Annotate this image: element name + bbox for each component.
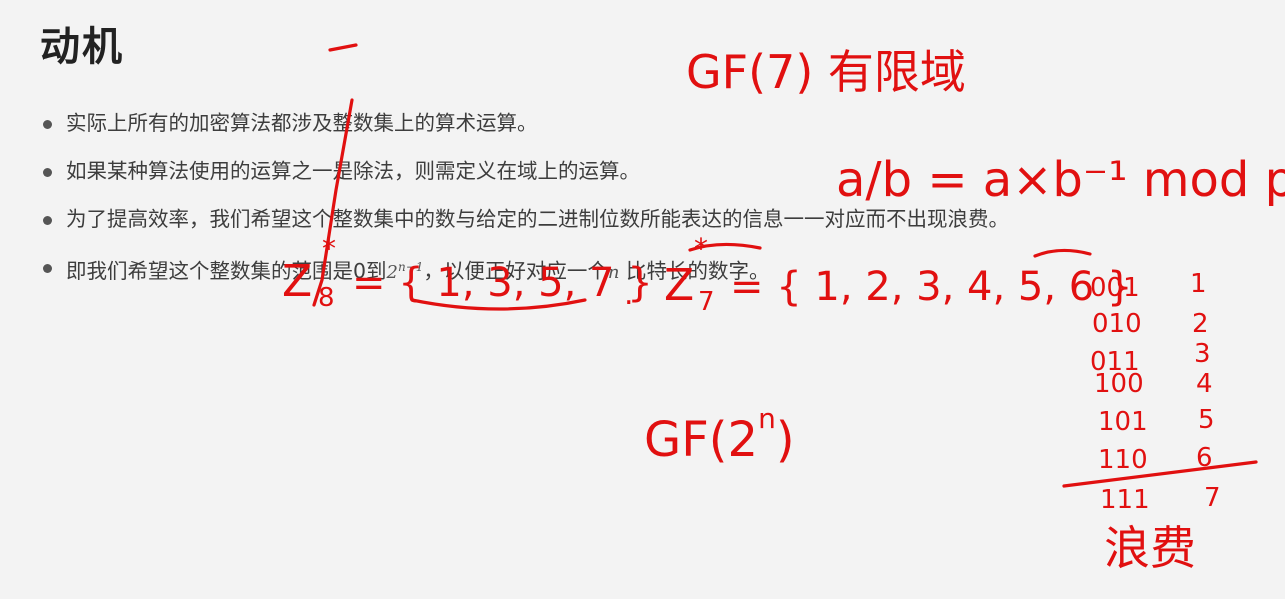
- ink-z8-sup: *: [322, 232, 336, 265]
- handwritten-annotations: GF(7) 有限域 a/b = a×b⁻¹ mod p Z 8 * = { 1,…: [282, 43, 1285, 575]
- ink-waste: 浪费: [1104, 521, 1196, 575]
- ink-decimal-value: 2: [1192, 309, 1209, 339]
- ink-binary-code: 001: [1090, 273, 1140, 303]
- ink-z8-sub: 8: [318, 283, 335, 313]
- ink-decimal-value: 1: [1190, 269, 1207, 299]
- ink-comma: .: [624, 277, 634, 312]
- ink-binary-code: 111: [1100, 485, 1150, 515]
- ink-vertical-stroke: [312, 98, 354, 307]
- ink-binary-code: 010: [1092, 309, 1142, 339]
- ink-binary-table: 001 1 010 2 011 3 100 4 101 5 110 6 111 …: [1062, 269, 1258, 575]
- ink-division: a/b = a×b⁻¹ mod p: [836, 152, 1285, 208]
- ink-decimal-value: 4: [1196, 369, 1213, 399]
- ink-decimal-value: 5: [1198, 405, 1215, 435]
- ink-z7-sup: *: [694, 232, 708, 265]
- ink-z8-set: = { 1, 3, 5, 7 }: [352, 260, 653, 306]
- ink-z7-sub: 7: [698, 287, 715, 317]
- ink-dash: [328, 43, 358, 52]
- ink-divider: [1062, 460, 1258, 488]
- ink-binary-code: 101: [1098, 407, 1148, 437]
- ink-decimal-value: 7: [1204, 483, 1221, 513]
- ink-gf7: GF(7) 有限域: [686, 45, 966, 99]
- ink-binary-code: 110: [1098, 445, 1148, 475]
- ink-binary-code: 100: [1094, 369, 1144, 399]
- ink-underline-one-to-one: [1033, 248, 1092, 258]
- ink-gf2n: GF(2n): [644, 402, 795, 468]
- ink-z7-set: = { 1, 2, 3, 4, 5, 6 }: [730, 264, 1132, 310]
- ink-decimal-value: 3: [1194, 339, 1211, 369]
- ink-z7-label: Z: [664, 260, 694, 311]
- ink-z8-label: Z: [282, 256, 312, 307]
